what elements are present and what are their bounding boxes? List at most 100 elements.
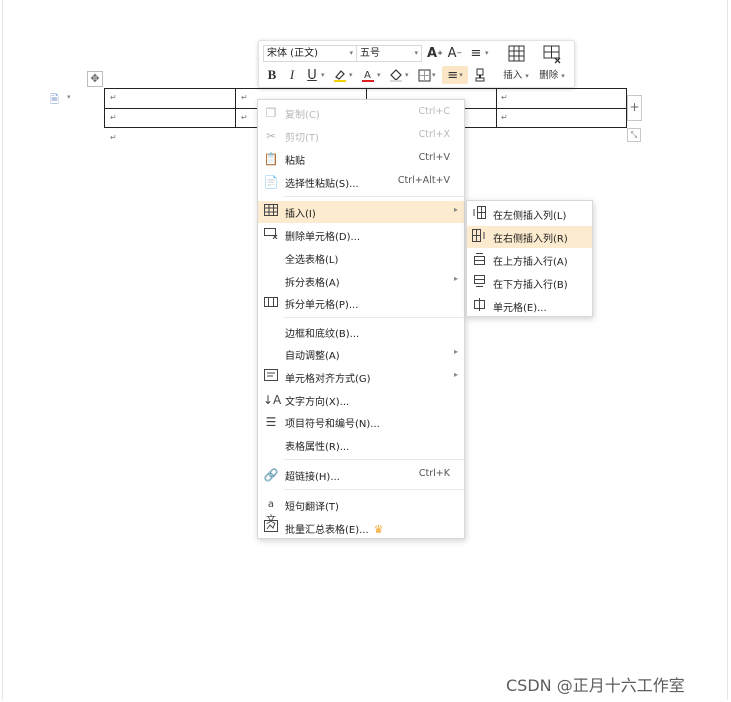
- menu-item-label: 批量汇总表格(E)... ♛: [285, 521, 384, 536]
- chevron-down-icon: ▾: [432, 71, 436, 79]
- insert-col-left-icon: [471, 206, 487, 222]
- menu-separator: [284, 459, 464, 460]
- chevron-down-icon: ▾: [321, 71, 325, 79]
- menu-item-autofit[interactable]: 自动调整(A) ▸: [258, 343, 464, 365]
- crown-icon: ♛: [373, 523, 384, 536]
- mini-toolbar: 宋体 (正文) ▾ 五号 ▾ A + A − ≡ ▾ B I U ▾ ▾ A ▾ ▾ ▾…: [258, 40, 575, 88]
- menu-item-label: 单元格对齐方式(G): [285, 374, 371, 385]
- menu-item-insert[interactable]: 插入(I) ▸: [258, 201, 464, 223]
- menu-item-shortcut: Ctrl+V: [418, 152, 450, 163]
- menu-item-label: 复制(C): [285, 110, 320, 121]
- menu-item-paste-special[interactable]: 📄 选择性粘贴(S)... Ctrl+Alt+V: [258, 171, 464, 193]
- submenu-item-label: 单元格(E)...: [493, 303, 547, 314]
- menu-item-paste[interactable]: 📋 粘贴 Ctrl+V: [258, 148, 464, 170]
- menu-item-label: 自动调整(A): [285, 351, 340, 362]
- menu-item-shortcut: Ctrl+K: [418, 468, 450, 479]
- menu-item-translate[interactable]: a文 短句翻译(T): [258, 494, 464, 526]
- cell-end-mark: ↵: [241, 113, 248, 122]
- menu-item-batch-summary[interactable]: 批量汇总表格(E)... ♛: [258, 517, 464, 539]
- cell-end-mark: ↵: [110, 93, 117, 102]
- paste-icon: 📋: [263, 152, 279, 166]
- chevron-down-icon: ▾: [405, 71, 409, 79]
- menu-item-delete-cell[interactable]: 删除单元格(D)...: [258, 224, 464, 246]
- menu-item-borders-shading[interactable]: 边框和底纹(B)...: [258, 321, 464, 343]
- menu-item-bullets-numbering[interactable]: ☰ 项目符号和编号(N)...: [258, 411, 464, 433]
- chevron-right-icon: ▸: [453, 347, 458, 356]
- menu-item-label: 拆分单元格(P)...: [285, 300, 359, 311]
- menu-item-hyperlink[interactable]: 🔗 超链接(H)... Ctrl+K: [258, 464, 464, 486]
- borders-icon[interactable]: [415, 66, 433, 84]
- italic-icon[interactable]: I: [283, 66, 301, 84]
- menu-item-split-table[interactable]: 拆分表格(A) ▸: [258, 270, 464, 292]
- line-spacing-icon[interactable]: ≡: [467, 44, 485, 62]
- menu-item-shortcut: Ctrl+X: [418, 129, 450, 140]
- insert-button[interactable]: 插入 ▾: [499, 44, 533, 81]
- format-painter-icon[interactable]: [471, 66, 489, 84]
- submenu-item-label: 在下方插入行(B): [493, 280, 568, 291]
- menu-item-cut[interactable]: ✂ 剪切(T) Ctrl+X: [258, 125, 464, 147]
- watermark: CSDN @正月十六工作室: [506, 676, 685, 695]
- insert-submenu: 在左侧插入列(L) 在右侧插入列(R) 在上方插入行(A) 在下方插入行(B) …: [466, 200, 593, 317]
- menu-item-label: 选择性粘贴(S)...: [285, 179, 359, 190]
- menu-item-cell-alignment[interactable]: 单元格对齐方式(G) ▸: [258, 366, 464, 388]
- bold-icon[interactable]: B: [263, 66, 281, 84]
- delete-label: 删除: [539, 70, 559, 81]
- chevron-right-icon: ▸: [453, 370, 458, 379]
- font-family-select[interactable]: 宋体 (正文) ▾: [263, 45, 357, 62]
- menu-item-label: 短句翻译(T): [285, 502, 339, 513]
- context-menu: ❐ 复制(C) Ctrl+C ✂ 剪切(T) Ctrl+X 📋 粘贴 Ctrl+…: [257, 99, 465, 539]
- menu-item-copy[interactable]: ❐ 复制(C) Ctrl+C: [258, 102, 464, 124]
- add-column-button[interactable]: +: [627, 95, 642, 121]
- menu-item-label: 超链接(H)...: [285, 472, 340, 483]
- menu-item-label: 拆分表格(A): [285, 278, 340, 289]
- chevron-down-icon: ▾: [349, 49, 353, 57]
- delete-table-icon: [543, 45, 561, 64]
- submenu-item-insert-row-above[interactable]: 在上方插入行(A): [467, 249, 592, 271]
- delete-button[interactable]: 删除 ▾: [535, 44, 569, 81]
- insert-label: 插入: [503, 70, 523, 81]
- chevron-down-icon: ▾: [377, 71, 381, 79]
- table-column-divider: [496, 89, 497, 127]
- menu-item-label: 全选表格(L): [285, 255, 339, 266]
- menu-item-label: 文字方向(X)...: [285, 397, 350, 408]
- paragraph-mark: ↵: [110, 133, 117, 142]
- highlight-icon[interactable]: [331, 66, 349, 84]
- submenu-item-insert-col-left[interactable]: 在左侧插入列(L): [467, 203, 592, 225]
- hyperlink-icon: 🔗: [263, 468, 279, 482]
- menu-item-label: 删除单元格(D)...: [285, 232, 361, 243]
- cut-icon: ✂: [265, 129, 277, 143]
- cell-align-icon: [263, 369, 279, 385]
- chevron-right-icon: ▸: [453, 205, 458, 214]
- font-size-select[interactable]: 五号 ▾: [356, 45, 422, 62]
- menu-item-select-table[interactable]: 全选表格(L): [258, 247, 464, 269]
- insert-table-icon: [263, 204, 279, 220]
- paragraph-align-icon[interactable]: ≡ ▾: [442, 66, 468, 84]
- menu-item-label: 表格属性(R)...: [285, 442, 350, 453]
- menu-item-split-cell[interactable]: 拆分单元格(P)...: [258, 292, 464, 314]
- underline-icon[interactable]: U: [303, 66, 321, 84]
- menu-separator: [284, 196, 464, 197]
- table-move-handle[interactable]: ✥: [87, 71, 103, 87]
- chevron-down-icon: ▾: [414, 49, 418, 57]
- menu-separator: [284, 317, 464, 318]
- menu-item-text-direction[interactable]: ↓A 文字方向(X)...: [258, 389, 464, 411]
- shading-icon[interactable]: [387, 66, 405, 84]
- document-icon[interactable]: 🗎: [50, 91, 59, 110]
- insert-col-right-icon: [471, 229, 487, 245]
- submenu-item-insert-col-right[interactable]: 在右侧插入列(R): [467, 226, 592, 248]
- menu-item-label: 粘贴: [285, 156, 305, 167]
- shrink-font-icon[interactable]: A −: [446, 44, 464, 62]
- insert-cell-icon: [471, 298, 487, 314]
- font-color-icon[interactable]: A: [359, 66, 377, 84]
- table-resize-handle[interactable]: ⤡: [627, 128, 641, 142]
- submenu-item-label: 在左侧插入列(L): [493, 211, 567, 222]
- split-cell-icon: [263, 295, 279, 311]
- copy-icon: ❐: [265, 106, 277, 120]
- submenu-item-insert-cell[interactable]: 单元格(E)...: [467, 295, 592, 317]
- grow-font-icon[interactable]: A +: [426, 44, 444, 62]
- batch-summary-icon: [263, 520, 279, 536]
- submenu-item-insert-row-below[interactable]: 在下方插入行(B): [467, 272, 592, 294]
- text-direction-icon: ↓A: [263, 393, 282, 407]
- menu-item-table-properties[interactable]: 表格属性(R)...: [258, 434, 464, 456]
- menu-item-label: 插入(I): [285, 209, 316, 220]
